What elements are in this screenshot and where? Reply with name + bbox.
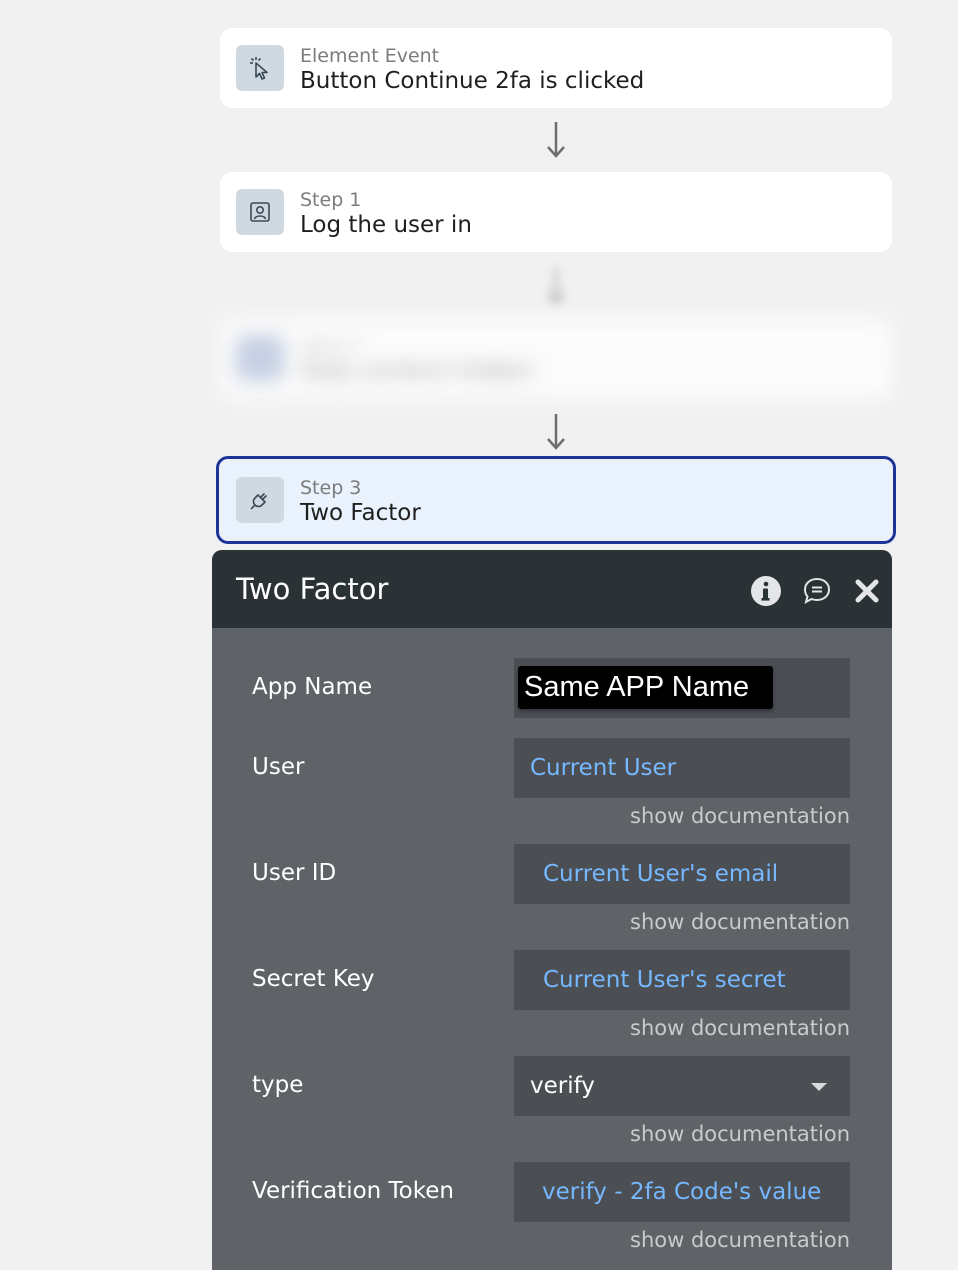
secret-key-show-documentation-link[interactable]: show documentation	[630, 1016, 850, 1040]
step-3-subtitle: Step 3	[300, 477, 362, 499]
secret-key-field[interactable]: Current User's secret	[514, 950, 850, 1010]
user-id-show-documentation-link[interactable]: show documentation	[630, 910, 850, 934]
user-id-field[interactable]: Current User's email	[514, 844, 850, 904]
step-2-card[interactable]: Step 2 Step content hidden	[220, 318, 892, 398]
user-show-documentation-link[interactable]: show documentation	[630, 804, 850, 828]
event-card[interactable]: Element Event Button Continue 2fa is cli…	[220, 28, 892, 108]
plug-icon	[236, 477, 284, 523]
arrow-down-icon	[547, 414, 565, 450]
user-id-value: Current User's email	[543, 861, 779, 887]
type-show-documentation-link[interactable]: show documentation	[630, 1122, 850, 1146]
cursor-click-icon	[236, 45, 284, 91]
info-icon[interactable]	[749, 574, 783, 608]
app-name-label: App Name	[252, 674, 373, 700]
type-select[interactable]: verify	[514, 1056, 850, 1116]
verification-token-value: verify - 2fa Code's value	[542, 1179, 822, 1205]
event-title: Button Continue 2fa is clicked	[300, 68, 645, 94]
panel-header: Two Factor	[212, 550, 892, 628]
arrow-down-icon	[547, 122, 565, 158]
comment-icon[interactable]	[800, 574, 834, 608]
app-name-value: Same APP Name	[518, 666, 774, 709]
user-card-icon	[236, 189, 284, 235]
step-3-card[interactable]: Step 3 Two Factor	[216, 456, 896, 544]
verification-token-field[interactable]: verify - 2fa Code's value	[514, 1162, 850, 1222]
user-value: Current User	[530, 755, 677, 781]
panel-title: Two Factor	[236, 572, 389, 606]
secret-key-value: Current User's secret	[543, 967, 786, 993]
secret-key-label: Secret Key	[252, 966, 375, 992]
step-3-title: Two Factor	[300, 500, 421, 526]
arrow-down-icon	[547, 268, 565, 304]
step-2-title: Step content hidden	[300, 358, 534, 384]
blurred-icon	[236, 335, 284, 381]
app-name-field[interactable]: Same APP Name	[514, 658, 850, 718]
step-1-title: Log the user in	[300, 212, 472, 238]
close-icon[interactable]	[850, 574, 884, 608]
verification-token-label: Verification Token	[252, 1178, 454, 1204]
user-label: User	[252, 754, 305, 780]
chevron-down-icon	[811, 1083, 827, 1091]
user-field[interactable]: Current User	[514, 738, 850, 798]
step-1-subtitle: Step 1	[300, 189, 362, 211]
step-2-subtitle: Step 2	[300, 335, 362, 357]
user-id-label: User ID	[252, 860, 337, 886]
property-panel: Two Factor App Name Same APP Name User C…	[212, 550, 892, 1270]
step-1-card[interactable]: Step 1 Log the user in	[220, 172, 892, 252]
verification-token-show-documentation-link[interactable]: show documentation	[630, 1228, 850, 1252]
type-value: verify	[530, 1073, 595, 1099]
event-subtitle: Element Event	[300, 45, 440, 67]
type-label: type	[252, 1072, 304, 1098]
